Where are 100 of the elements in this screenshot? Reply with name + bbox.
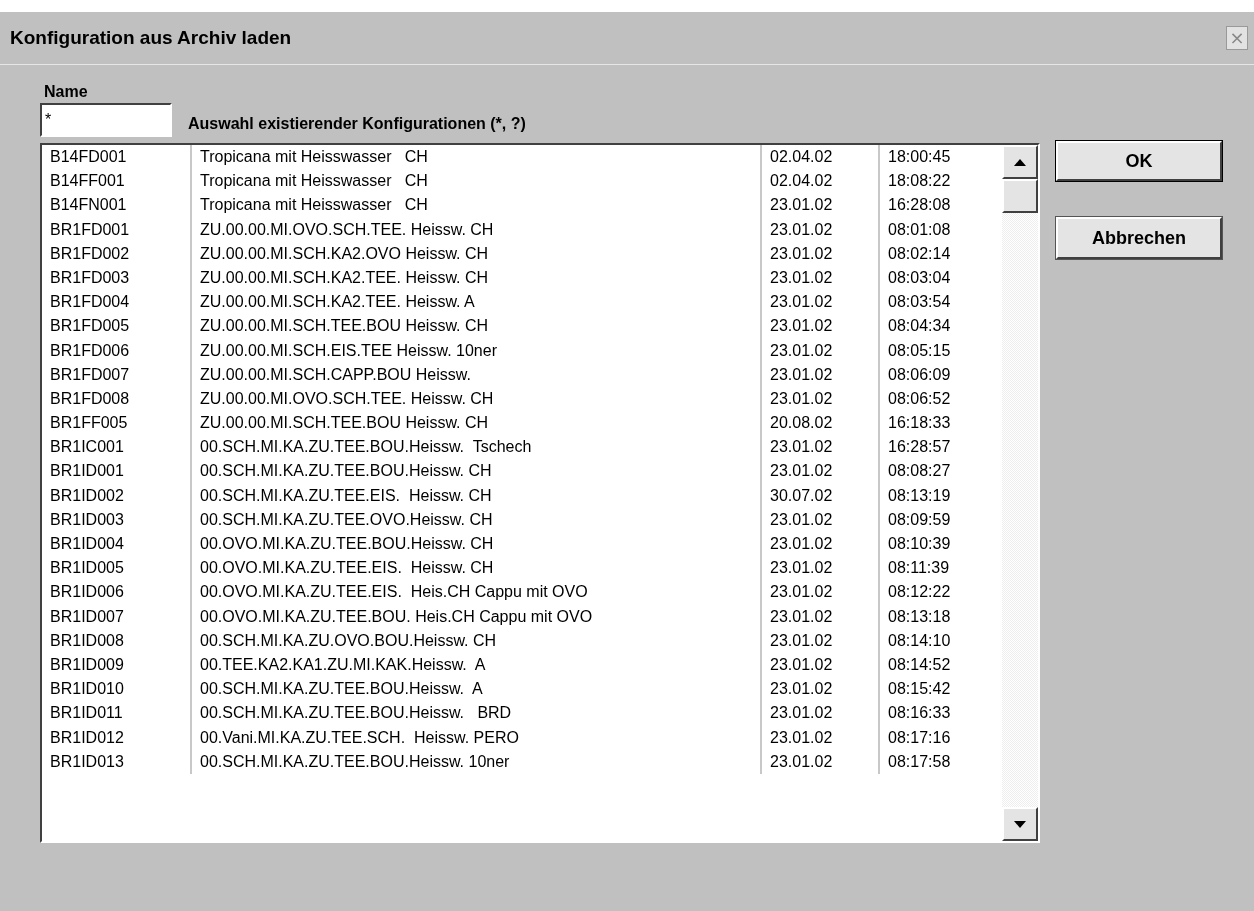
list-cell: 23.01.02 [760, 628, 878, 653]
list-cell: ZU.00.00.MI.SCH.CAPP.BOU Heissw. [190, 362, 760, 387]
list-cell: 08:16:33 [878, 701, 998, 726]
list-cell-text: BR1ID004 [49, 534, 125, 554]
list-cell-text: BR1IC001 [49, 437, 125, 458]
list-cell: 08:14:10 [878, 628, 998, 653]
list-cell: 08:01:08 [878, 217, 998, 242]
list-cell: 16:18:33 [878, 411, 998, 436]
list-cell: 08:03:04 [878, 265, 998, 291]
dialog-button[interactable]: OK [1056, 141, 1222, 181]
down-triangle-icon [1014, 820, 1026, 828]
list-cell: 23.01.02 [760, 241, 878, 266]
list-cell: 00.OVO.MI.KA.ZU.TEE.BOU.Heissw. CH [190, 532, 760, 557]
list-cell-text: BR1ID001 [49, 461, 125, 482]
list-cell: 23.01.02 [760, 386, 878, 412]
list-cell: 23.01.02 [760, 459, 878, 484]
list-cell: 00.SCH.MI.KA.ZU.TEE.BOU.Heissw. 10ner [190, 749, 760, 774]
list-cell: 00.TEE.KA2.KA1.ZU.MI.KAK.Heissw. A [190, 652, 760, 678]
list-cell-text: BR1ID006 [49, 582, 125, 603]
list-cell: 00.OVO.MI.KA.ZU.TEE.EIS. Heissw. CH [190, 556, 760, 581]
list-cell-text: BR1ID002 [49, 485, 125, 506]
list-cell-text: BR1ID005 [49, 558, 125, 579]
list-cell-text: BR1FD008 [49, 388, 131, 409]
list-cell: 23.01.02 [760, 338, 878, 363]
name-field[interactable]: * [40, 103, 172, 137]
list-cell: 08:17:58 [878, 749, 998, 774]
list-cell-text: BR1ID003 [49, 509, 125, 530]
list-cell: ZU.00.00.MI.OVO.SCH.TEE. Heissw. CH [190, 217, 760, 242]
list-cell: ZU.00.00.MI.SCH.EIS.TEE Heissw. 10ner [190, 338, 760, 363]
list-cell-text: BR1FD006 [49, 340, 131, 361]
list-cell: 23.01.02 [760, 507, 878, 532]
list-cell-text: BR1FD004 [49, 292, 131, 313]
list-cell: 23.01.02 [760, 362, 878, 387]
list-cell: 16:28:08 [878, 193, 998, 218]
list-cell: 00.OVO.MI.KA.ZU.TEE.BOU. Heis.CH Cappu mit OVO [190, 604, 760, 629]
list-cell-text: BR1ID007 [49, 606, 125, 627]
up-triangle-icon [1014, 158, 1026, 166]
list-cell: ZU.00.00.MI.SCH.KA2.TEE. Heissw. A [190, 290, 760, 315]
list-cell-text: BR1ID009 [49, 654, 125, 675]
list-cell: 23.01.02 [760, 314, 878, 339]
list-cell: 00.SCH.MI.KA.ZU.TEE.EIS. Heissw. CH [190, 483, 760, 508]
list-cell: 08:14:52 [878, 652, 998, 678]
list-cell: 08:04:34 [878, 314, 998, 339]
list-cell: 23.01.02 [760, 290, 878, 315]
list-cell-text: BR1FD002 [49, 243, 131, 264]
list-cell: 23.01.02 [760, 701, 878, 726]
list-cell-text: BR1ID013 [49, 751, 125, 772]
list-cell: ZU.00.00.MI.SCH.TEE.BOU Heissw. CH [190, 411, 760, 436]
list-cell-text: BR1FF005 [49, 413, 129, 434]
list-cell: ZU.00.00.MI.SCH.KA2.OVO Heissw. CH [190, 241, 760, 266]
list-cell: 08:12:22 [878, 580, 998, 605]
list-cell: 00.SCH.MI.KA.ZU.OVO.BOU.Heissw. CH [190, 628, 760, 653]
list-cell: 08:15:42 [878, 677, 998, 702]
list-cell: 23.01.02 [760, 193, 878, 218]
list-cell: 08:08:27 [878, 459, 998, 484]
list-cell: 20.08.02 [760, 411, 878, 436]
list-cell: 23.01.02 [760, 652, 878, 678]
list-cell: 18:00:45 [878, 145, 998, 170]
list-cell: 23.01.02 [760, 435, 878, 460]
list-cell: 00.SCH.MI.KA.ZU.TEE.OVO.Heissw. CH [190, 507, 760, 532]
list-cell: 23.01.02 [760, 604, 878, 629]
list-cell: 23.01.02 [760, 265, 878, 291]
list-cell-text: BR1ID012 [49, 727, 125, 748]
list-cell-text: BR1FD005 [49, 316, 131, 337]
list-cell: 08:02:14 [878, 241, 998, 266]
list-cell: 00.Vani.MI.KA.ZU.TEE.SCH. Heissw. PERO [190, 725, 760, 750]
list-cell: 23.01.02 [760, 532, 878, 557]
list-cell: 23.01.02 [760, 749, 878, 774]
list-cell: 23.01.02 [760, 677, 878, 702]
list-cell: 23.01.02 [760, 580, 878, 605]
list-cell: 08:11:39 [878, 556, 998, 581]
list-cell: 08:13:19 [878, 483, 998, 508]
list-cell-text: BR1FD003 [49, 267, 131, 288]
dialog-button[interactable]: Abbrechen [1056, 217, 1222, 259]
list-cell: Tropicana mit Heisswasser CH [190, 145, 760, 170]
scroll-up-button[interactable] [1002, 145, 1038, 179]
list-cell: 08:06:09 [878, 362, 998, 387]
list-cell: 08:05:15 [878, 338, 998, 363]
list-cell-text: BR1ID011 [49, 703, 124, 724]
list-cell: 23.01.02 [760, 217, 878, 242]
window-title: Konfiguration aus Archiv laden [10, 27, 292, 49]
list-cell-text: B14FN001 [49, 195, 128, 216]
configuration-list[interactable] [40, 143, 1040, 843]
list-cell: 08:17:16 [878, 725, 998, 750]
list-cell: 23.01.02 [760, 725, 878, 750]
list-cell: 00.SCH.MI.KA.ZU.TEE.BOU.Heissw. Tschech [190, 435, 760, 460]
list-cell-text: B14FF001 [49, 171, 126, 192]
scrollbar[interactable] [1002, 145, 1038, 841]
list-cell: 00.SCH.MI.KA.ZU.TEE.BOU.Heissw. BRD [190, 701, 760, 726]
scroll-thumb[interactable] [1002, 179, 1038, 213]
list-cell: 00.SCH.MI.KA.ZU.TEE.BOU.Heissw. A [190, 677, 760, 702]
list-cell: Tropicana mit Heisswasser CH [190, 169, 760, 194]
list-cell: 30.07.02 [760, 483, 878, 508]
scroll-down-button[interactable] [1002, 807, 1038, 841]
name-label: Name [44, 83, 89, 102]
list-cell-text: BR1FD001 [49, 219, 131, 240]
list-cell: 16:28:57 [878, 435, 998, 460]
list-cell: ZU.00.00.MI.OVO.SCH.TEE. Heissw. CH [190, 386, 760, 412]
list-cell-text: B14FD001 [49, 147, 128, 167]
list-cell: ZU.00.00.MI.SCH.KA2.TEE. Heissw. CH [190, 265, 760, 291]
